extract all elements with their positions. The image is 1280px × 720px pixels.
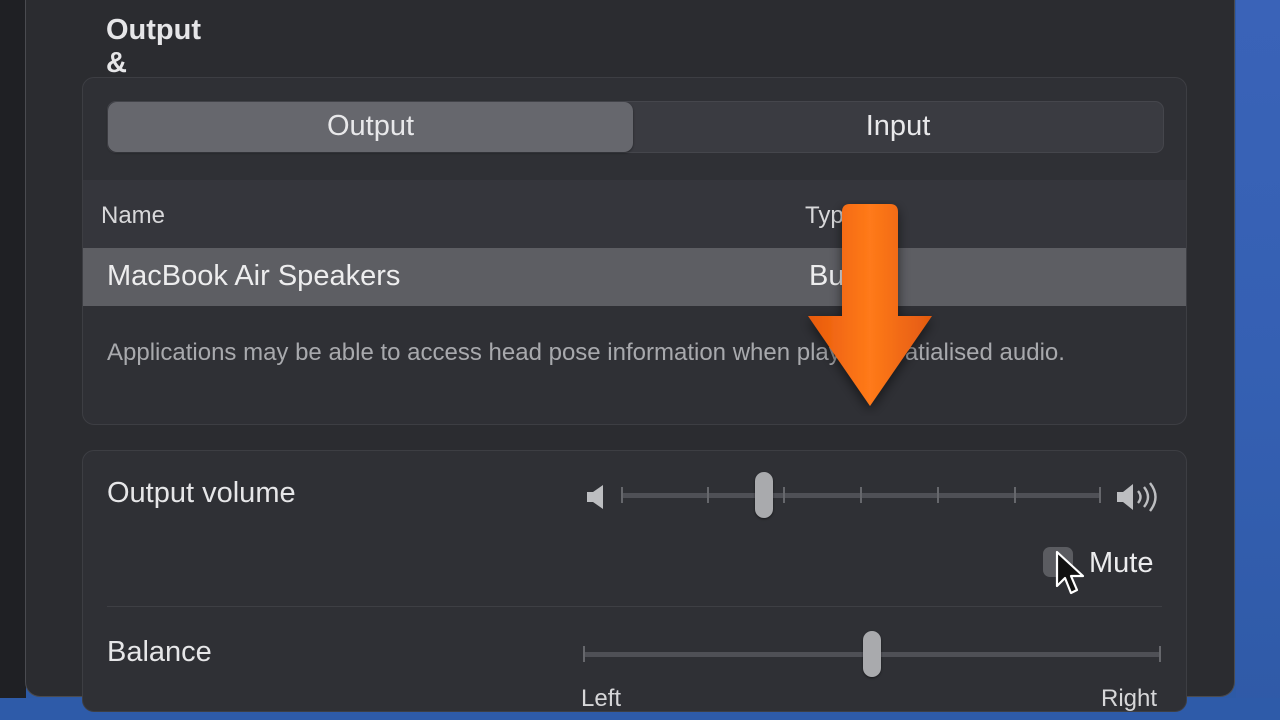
volume-tick — [1014, 487, 1016, 503]
output-input-panel: Output Input Name Type MacBook Air Speak… — [82, 77, 1187, 425]
balance-label: Balance — [107, 636, 212, 668]
volume-tick — [707, 487, 709, 503]
output-volume-label: Output volume — [107, 477, 296, 509]
output-input-segmented-control: Output Input — [107, 101, 1164, 153]
sound-settings-window: Output & Input Output Input Name Type Ma… — [26, 0, 1234, 712]
volume-tick — [1099, 487, 1101, 503]
table-row[interactable]: MacBook Air Speakers Built-in — [83, 248, 1186, 306]
balance-tick — [583, 646, 585, 662]
volume-tick — [860, 487, 862, 503]
tab-output[interactable]: Output — [108, 102, 633, 152]
desktop-background-left — [0, 0, 26, 720]
balance-left-label: Left — [581, 685, 622, 712]
volume-tick — [783, 487, 785, 503]
mute-label: Mute — [1089, 547, 1154, 579]
volume-panel: Output volume Mute Balance Left Right — [82, 450, 1187, 712]
cursor-icon — [1055, 550, 1085, 595]
volume-tick — [937, 487, 939, 503]
speaker-high-icon — [1117, 482, 1157, 512]
device-name: MacBook Air Speakers — [107, 260, 401, 292]
balance-tick — [1159, 646, 1161, 662]
desktop-background-right — [1236, 0, 1280, 720]
down-arrow-icon — [808, 204, 932, 406]
output-volume-slider[interactable] — [621, 472, 1101, 518]
tab-input[interactable]: Input — [633, 102, 1163, 152]
balance-knob[interactable] — [863, 631, 881, 677]
speaker-low-icon — [587, 485, 603, 509]
divider — [107, 606, 1162, 607]
output-volume-knob[interactable] — [755, 472, 773, 518]
volume-tick — [621, 487, 623, 503]
balance-right-label: Right — [1101, 685, 1158, 712]
column-header-name[interactable]: Name — [101, 202, 165, 230]
balance-slider[interactable] — [583, 631, 1161, 677]
device-table-header: Name Type — [83, 180, 1186, 248]
